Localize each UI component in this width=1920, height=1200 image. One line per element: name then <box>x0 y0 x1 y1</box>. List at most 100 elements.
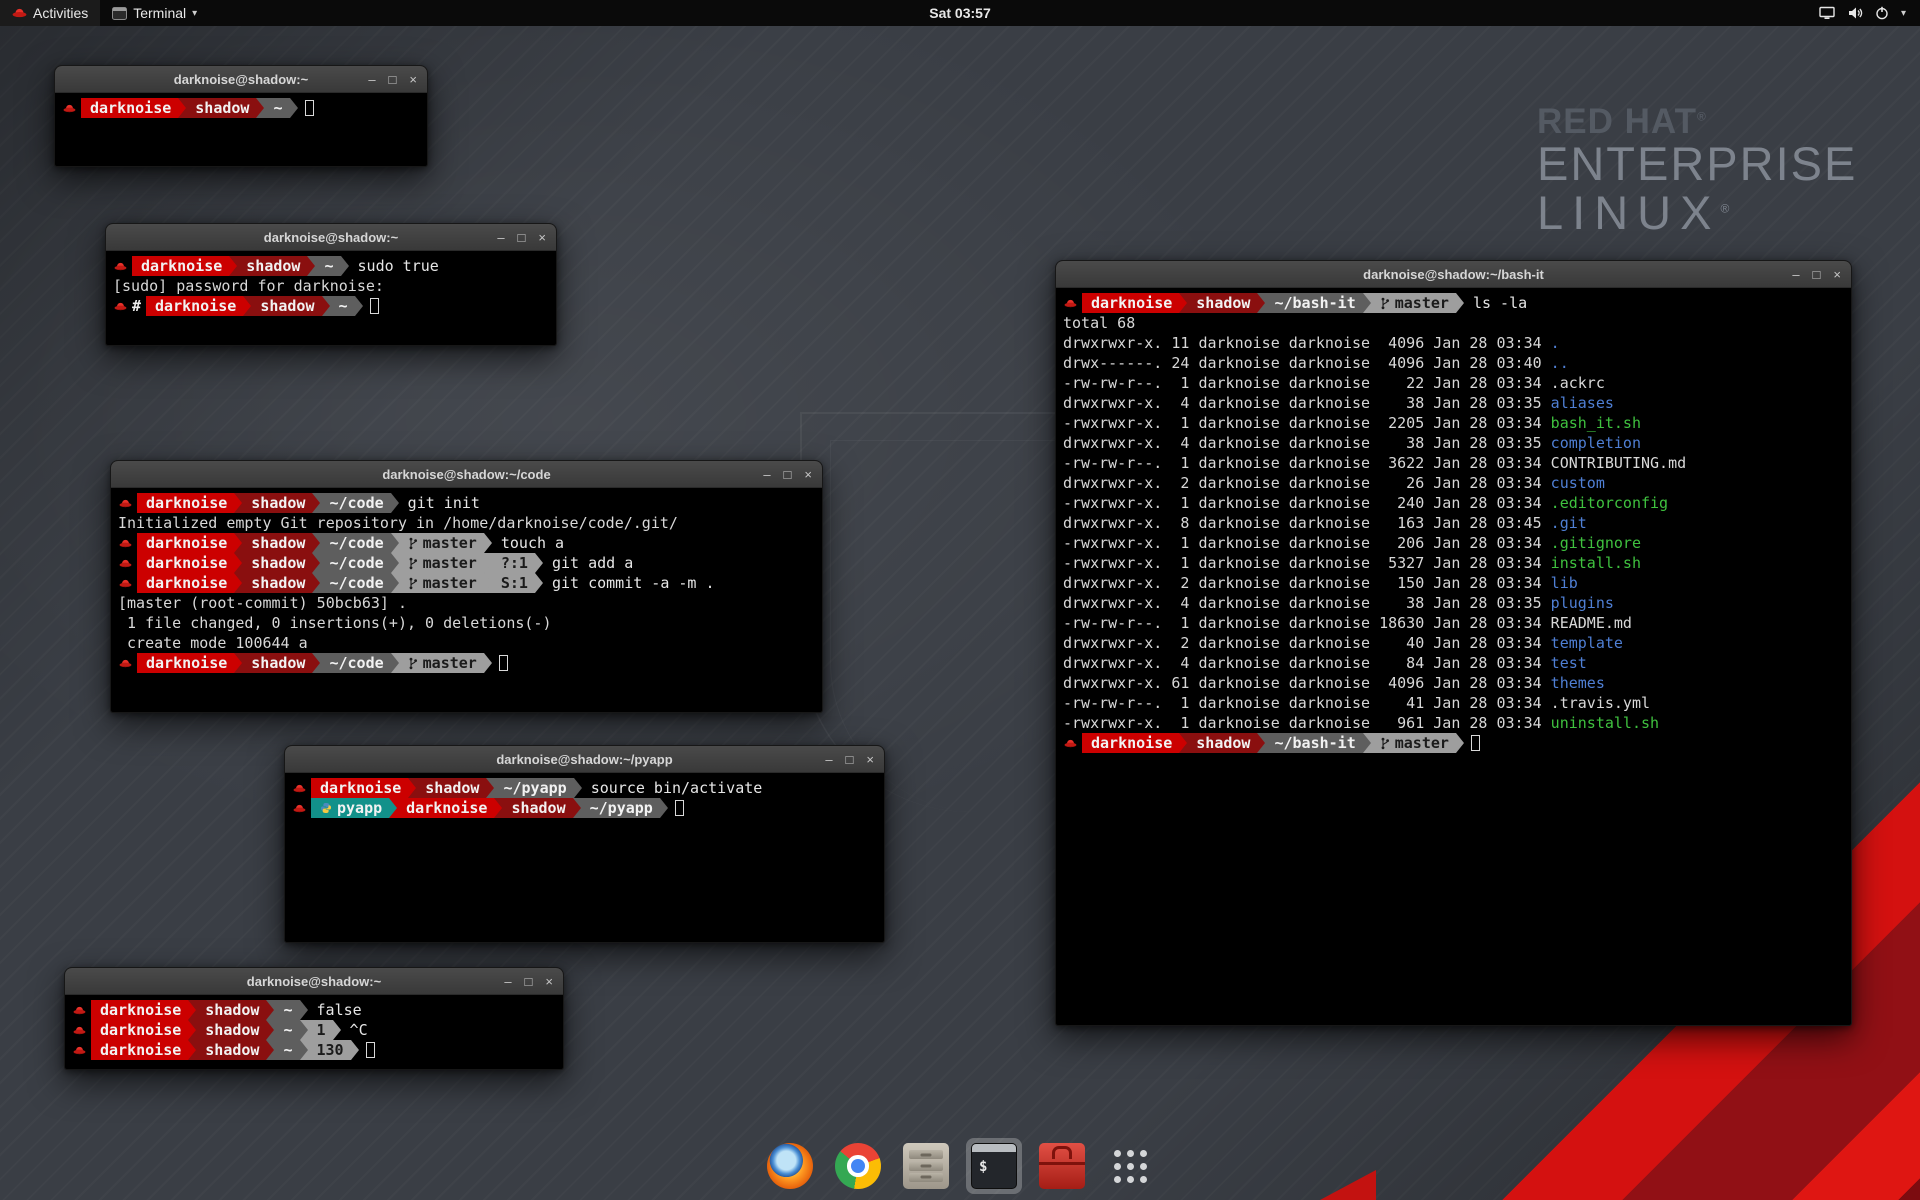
redhat-prompt-icon <box>1064 738 1077 749</box>
dock-item-terminal[interactable] <box>966 1138 1022 1194</box>
prompt-segment-host: shadow <box>196 1020 266 1040</box>
prompt-segment-path: ~ <box>315 256 340 276</box>
window-titlebar[interactable]: darknoise@shadow:~ – □ × <box>65 968 563 995</box>
window-titlebar[interactable]: darknoise@shadow:~/code – □ × <box>111 461 822 488</box>
branch-icon <box>408 557 418 570</box>
prompt-segment-user: darknoise <box>137 533 234 553</box>
dock-item-software[interactable] <box>1034 1138 1090 1194</box>
terminal-body[interactable]: darknoiseshadow~/code git initInitialize… <box>111 488 822 678</box>
maximize-button[interactable]: □ <box>1813 268 1821 281</box>
output-text: drwxrwxr-x. 8 darknoise darknoise 163 Ja… <box>1063 514 1551 532</box>
window-titlebar[interactable]: darknoise@shadow:~/pyapp – □ × <box>285 746 884 773</box>
powerline-separator-icon <box>1179 293 1187 313</box>
powerline-separator-icon <box>234 653 242 673</box>
chevron-down-icon: ▾ <box>1901 8 1906 19</box>
terminal-line: drwxrwxr-x. 4 darknoise darknoise 38 Jan… <box>1063 593 1844 613</box>
close-button[interactable]: × <box>545 975 553 988</box>
close-button[interactable]: × <box>866 753 874 766</box>
powerline-separator-icon <box>234 573 242 593</box>
terminal-body[interactable]: darknoiseshadow~/bash-itmaster ls -latot… <box>1056 288 1851 758</box>
terminal-body[interactable]: darknoiseshadow~ <box>55 93 427 123</box>
prompt-segment-git: master <box>399 653 484 673</box>
terminal-window-home-1: darknoise@shadow:~ – □ × darknoiseshadow… <box>54 65 428 167</box>
close-button[interactable]: × <box>1833 268 1841 281</box>
output-text: -rw-rw-r--. 1 darknoise darknoise 18630 … <box>1063 614 1551 632</box>
output-text: bash_it.sh <box>1551 414 1641 432</box>
powerline-separator-icon <box>391 533 399 553</box>
terminal-line: -rwxrwxr-x. 1 darknoise darknoise 2205 J… <box>1063 413 1844 433</box>
minimize-button[interactable]: – <box>368 73 375 86</box>
output-text: .ackrc <box>1551 374 1605 392</box>
system-status-area[interactable]: ▾ <box>1809 0 1916 26</box>
terminal-body[interactable]: darknoiseshadow~ falsedarknoiseshadow~1 … <box>65 995 563 1065</box>
minimize-button[interactable]: – <box>825 753 832 766</box>
close-button[interactable]: × <box>409 73 417 86</box>
terminal-body[interactable]: darknoiseshadow~ sudo true[sudo] passwor… <box>106 251 556 321</box>
terminal-line: drwxrwxr-x. 61 darknoise darknoise 4096 … <box>1063 673 1844 693</box>
output-text: -rwxrwxr-x. 1 darknoise darknoise 240 Ja… <box>1063 494 1551 512</box>
output-text: drwxrwxr-x. 2 darknoise darknoise 26 Jan… <box>1063 474 1551 492</box>
output-text: .git <box>1551 514 1587 532</box>
window-titlebar[interactable]: darknoise@shadow:~/bash-it – □ × <box>1056 261 1851 288</box>
powerline-separator-icon <box>266 1020 274 1040</box>
dock-item-chrome[interactable] <box>830 1138 886 1194</box>
terminal-line: drwxrwxr-x. 4 darknoise darknoise 38 Jan… <box>1063 433 1844 453</box>
redhat-logo-icon <box>12 7 27 19</box>
output-text: .travis.yml <box>1551 694 1650 712</box>
close-button[interactable]: × <box>538 231 546 244</box>
powerline-separator-icon <box>1363 733 1371 753</box>
minimize-button[interactable]: – <box>1792 268 1799 281</box>
terminal-body[interactable]: darknoiseshadow~/pyapp source bin/activa… <box>285 773 884 823</box>
redhat-prompt-icon <box>73 1045 86 1056</box>
prompt-segment-status: 130 <box>308 1040 351 1060</box>
dock-item-files[interactable] <box>898 1138 954 1194</box>
terminal-line: -rw-rw-r--. 1 darknoise darknoise 22 Jan… <box>1063 373 1844 393</box>
output-text: completion <box>1551 434 1641 452</box>
top-bar: Activities Terminal ▾ Sat 03:57 ▾ <box>0 0 1920 26</box>
maximize-button[interactable]: □ <box>784 468 792 481</box>
activities-button[interactable]: Activities <box>0 0 100 26</box>
terminal-line: drwxrwxr-x. 11 darknoise darknoise 4096 … <box>1063 333 1844 353</box>
terminal-line: pyappdarknoiseshadow~/pyapp <box>292 798 877 818</box>
prompt-segment-path: ~ <box>274 1040 299 1060</box>
prompt-segment-git: master <box>399 553 484 573</box>
maximize-button[interactable]: □ <box>389 73 397 86</box>
terminal-line: drwxrwxr-x. 2 darknoise darknoise 150 Ja… <box>1063 573 1844 593</box>
clock[interactable]: Sat 03:57 <box>929 5 990 21</box>
dock-item-app-grid[interactable] <box>1102 1138 1158 1194</box>
output-text: drwxrwxr-x. 61 darknoise darknoise 4096 … <box>1063 674 1551 692</box>
window-titlebar[interactable]: darknoise@shadow:~ – □ × <box>55 66 427 93</box>
dock <box>762 1138 1158 1194</box>
output-text: plugins <box>1551 594 1614 612</box>
close-button[interactable]: × <box>804 468 812 481</box>
terminal-line: darknoiseshadow~/bash-itmaster <box>1063 733 1844 753</box>
window-titlebar[interactable]: darknoise@shadow:~ – □ × <box>106 224 556 251</box>
powerline-separator-icon <box>188 1020 196 1040</box>
dock-item-firefox[interactable] <box>762 1138 818 1194</box>
terminal-line: -rwxrwxr-x. 1 darknoise darknoise 240 Ja… <box>1063 493 1844 513</box>
app-menu-label: Terminal <box>133 5 186 21</box>
terminal-line: darknoiseshadow~ <box>62 98 420 118</box>
prompt-segment-git: master <box>1371 733 1456 753</box>
minimize-button[interactable]: – <box>497 231 504 244</box>
prompt-segment-host: shadow <box>242 493 312 513</box>
terminal-line: -rw-rw-r--. 1 darknoise darknoise 3622 J… <box>1063 453 1844 473</box>
command-text: git add a <box>543 554 633 572</box>
prompt-segment-user: darknoise <box>1082 293 1179 313</box>
prompt-segment-path: ~/code <box>320 573 390 593</box>
minimize-button[interactable]: – <box>763 468 770 481</box>
prompt-segment-path: ~/code <box>320 653 390 673</box>
terminal-line: -rwxrwxr-x. 1 darknoise darknoise 961 Ja… <box>1063 713 1844 733</box>
powerline-separator-icon <box>341 256 349 276</box>
app-menu-terminal[interactable]: Terminal ▾ <box>100 0 209 26</box>
file-cabinet-icon <box>903 1143 949 1189</box>
branch-icon <box>408 537 418 550</box>
brand-line-enterprise: ENTERPRISE <box>1537 140 1857 189</box>
minimize-button[interactable]: – <box>504 975 511 988</box>
powerline-separator-icon <box>535 553 543 573</box>
prompt-segment-path: ~ <box>264 98 289 118</box>
maximize-button[interactable]: □ <box>525 975 533 988</box>
maximize-button[interactable]: □ <box>846 753 854 766</box>
command-text: ls -la <box>1464 294 1527 312</box>
maximize-button[interactable]: □ <box>518 231 526 244</box>
